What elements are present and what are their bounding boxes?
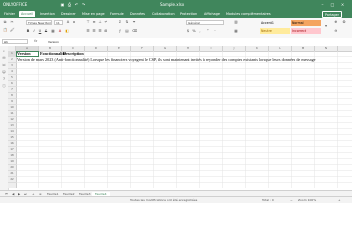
row-2-container: Version de mars 2023 (Anti-fonctionnalit… — [16, 57, 352, 63]
merge-cells-icon[interactable]: ⊞ — [104, 29, 108, 33]
font-color-icon[interactable]: A — [58, 29, 62, 33]
ribbon-toolbar: ⧉ 📋 ✂ 🖌 Times New Roman 11 A a B I U S ▦… — [0, 18, 352, 39]
chat-icon[interactable]: ☏ — [2, 63, 7, 68]
menu-bar: Fichier Accueil Insertion Dessiner Mise … — [0, 10, 352, 18]
status-bar: Toutes les modifications ont été enregis… — [0, 196, 352, 203]
italic-icon[interactable]: I — [32, 29, 36, 33]
insert-cells-icon[interactable]: ⊕ — [334, 20, 338, 24]
total-readout: Total : 0 — [262, 197, 274, 202]
percent-icon[interactable]: % — [192, 29, 196, 33]
tab-mise-en-page[interactable]: Mise en page — [80, 11, 107, 17]
save-icon[interactable]: ▣ — [60, 2, 65, 7]
search-icon[interactable]: ⌕ — [2, 49, 7, 54]
info-icon[interactable]: ⓘ — [2, 84, 7, 89]
minimize-icon[interactable]: – — [320, 2, 325, 7]
style-accent1[interactable]: Accent1 — [260, 20, 290, 26]
formula-input[interactable]: Version — [48, 40, 59, 44]
increase-font-icon[interactable]: A — [66, 20, 70, 24]
title-bar: ONLYOFFICE Sample.xlsx ▣ ⎙ ↶ ↷ – □ × — [0, 0, 352, 10]
style-label: Neutre — [261, 29, 272, 33]
style-normal[interactable]: Normal — [291, 20, 321, 26]
copy-icon[interactable]: ⧉ — [3, 20, 7, 24]
close-icon[interactable]: × — [340, 2, 345, 7]
help-icon[interactable]: ? — [2, 77, 7, 82]
align-left-icon[interactable]: ☰ — [86, 29, 90, 33]
redo-icon[interactable]: ↷ — [81, 2, 86, 7]
maximize-icon[interactable]: □ — [330, 2, 335, 7]
clear-icon[interactable]: ⌫ — [132, 29, 137, 33]
strikethrough-icon[interactable]: S — [44, 29, 48, 33]
save-status: Toutes les modifications ont été enregis… — [130, 197, 198, 202]
tab-fichier[interactable]: Fichier — [2, 11, 17, 17]
align-right-icon[interactable]: ☰ — [98, 29, 102, 33]
sort-icon[interactable]: ⇅ — [125, 20, 129, 24]
feedback-icon[interactable]: ☺ — [2, 70, 7, 75]
underline-icon[interactable]: U — [38, 29, 42, 33]
align-top-icon[interactable]: ⊤ — [86, 20, 90, 24]
app-logo: ONLYOFFICE — [3, 2, 28, 7]
style-label: Normal — [292, 21, 304, 25]
cell-grid[interactable]: Version Fonctionnalité Description Versi… — [16, 51, 352, 188]
font-name-select[interactable]: Times New Roman — [26, 20, 52, 25]
print-icon[interactable]: ⎙ — [67, 2, 72, 7]
number-format-select[interactable]: Général — [186, 20, 224, 25]
zoom-out-icon[interactable]: − — [290, 198, 293, 203]
named-ranges-icon[interactable]: ▤ — [125, 29, 129, 33]
document-title: Sample.xlsx — [160, 2, 185, 7]
tab-donnees[interactable]: Données — [128, 11, 147, 17]
row-header-22[interactable]: 22 — [8, 177, 16, 183]
font-size-select[interactable]: 11 — [54, 20, 63, 25]
format-painter-icon[interactable]: 🖌 — [10, 28, 15, 32]
sum-icon[interactable]: Σ — [118, 20, 122, 24]
cut-icon[interactable]: ✂ — [10, 20, 14, 24]
undo-icon[interactable]: ↶ — [74, 2, 79, 7]
tab-dessiner[interactable]: Dessiner — [59, 11, 78, 17]
tab-protection[interactable]: Protection — [178, 11, 199, 17]
share-button[interactable]: Partager — [321, 11, 342, 18]
zoom-in-icon[interactable]: + — [338, 198, 341, 203]
tab-insertion[interactable]: Insertion — [38, 11, 57, 17]
styles-more-icon[interactable]: ▾ — [324, 24, 328, 28]
align-center-icon[interactable]: ☰ — [92, 29, 96, 33]
tab-modules[interactable]: Modules complémentaires — [224, 11, 273, 17]
borders-icon[interactable]: ▦ — [51, 29, 55, 33]
style-neutre[interactable]: Neutre — [260, 28, 290, 34]
insert-function-icon[interactable]: ƒ — [118, 29, 122, 33]
decrease-decimal-icon[interactable]: ⁻ — [213, 29, 217, 33]
tab-collaboration[interactable]: Collaboration — [150, 11, 177, 17]
delete-cells-icon[interactable]: ⊖ — [334, 29, 338, 33]
tab-formule[interactable]: Formule — [108, 11, 126, 17]
paste-icon[interactable]: 📋 — [3, 28, 7, 32]
fx-icon[interactable]: fx — [34, 39, 37, 43]
align-middle-icon[interactable]: ≡ — [92, 20, 96, 24]
increase-decimal-icon[interactable]: ⁺ — [206, 29, 210, 33]
style-incorrect[interactable]: Incorrect — [291, 28, 321, 34]
comments-icon[interactable]: ✉ — [2, 56, 7, 61]
decrease-font-icon[interactable]: a — [72, 20, 76, 24]
wrap-text-icon[interactable]: ↵ — [104, 20, 108, 24]
name-box[interactable]: A1 — [2, 39, 28, 44]
format-as-table-icon[interactable]: ▦ — [234, 29, 238, 33]
cell-a2[interactable]: Version de mars 2023 (Anti-fonctionnalit… — [17, 57, 316, 63]
filter-icon[interactable]: ⏷ — [132, 20, 136, 24]
conditional-format-icon[interactable]: ▥ — [234, 20, 238, 24]
fill-color-icon[interactable]: ◧ — [65, 29, 69, 33]
currency-icon[interactable]: $ — [186, 29, 190, 33]
tab-accueil[interactable]: Accueil — [19, 11, 36, 17]
tab-affichage[interactable]: Affichage — [202, 11, 222, 17]
thousands-icon[interactable]: , — [198, 29, 202, 33]
style-label: Accent1 — [261, 21, 274, 25]
zoom-readout[interactable]: Zoom 100% — [298, 198, 316, 203]
format-cells-icon[interactable]: ⚙ — [342, 20, 346, 24]
style-label: Incorrect — [292, 29, 307, 33]
bold-icon[interactable]: B — [26, 29, 30, 33]
align-bottom-icon[interactable]: ⊥ — [98, 20, 102, 24]
